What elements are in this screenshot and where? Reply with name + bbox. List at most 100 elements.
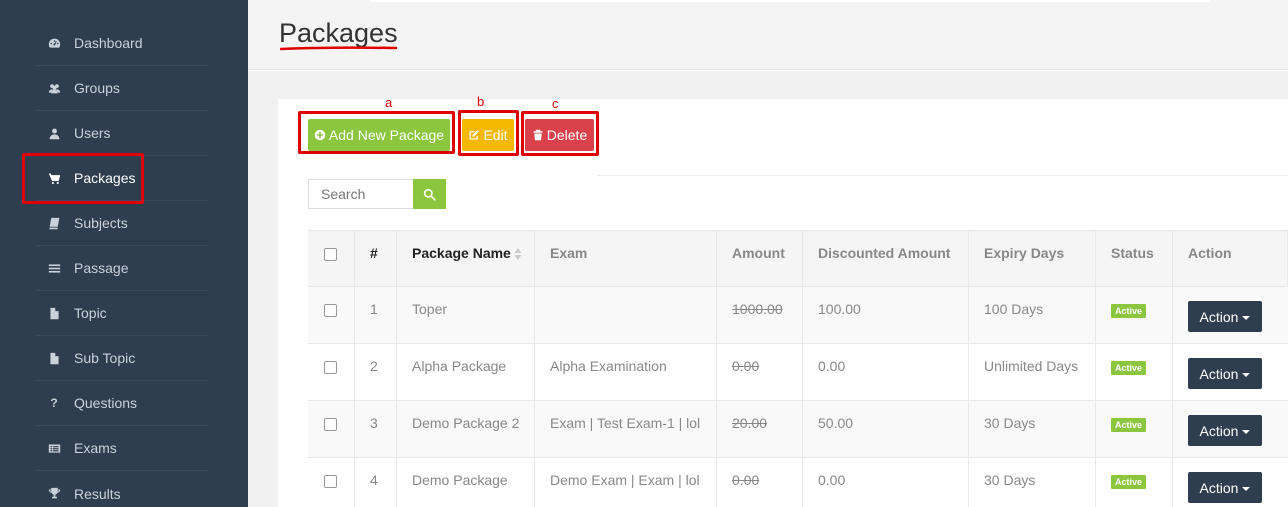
- sidebar-item-dashboard[interactable]: Dashboard: [36, 21, 208, 66]
- sidebar-item-topic[interactable]: Topic: [36, 291, 208, 336]
- sidebar-item-label: Sub Topic: [74, 350, 136, 366]
- action-label: Action: [1199, 365, 1239, 382]
- title-underline-mark: [280, 46, 397, 51]
- table-header-row: # Package Name Exam Amount Discounted Am…: [308, 230, 1288, 288]
- sidebar-item-questions[interactable]: ? Questions: [36, 381, 208, 426]
- page-header: [248, 0, 1288, 70]
- list-card-icon: [44, 442, 64, 455]
- amount-value: 0.00: [732, 358, 760, 374]
- sidebar-item-label: Users: [74, 125, 111, 141]
- sidebar-item-exams[interactable]: Exams: [36, 426, 208, 471]
- row-checkbox[interactable]: [324, 475, 337, 488]
- sidebar-item-label: Dashboard: [74, 35, 143, 51]
- sidebar-item-subjects[interactable]: Subjects: [36, 201, 208, 246]
- expiry-days-value: 30 Days: [984, 472, 1036, 488]
- question-icon: ?: [50, 396, 58, 410]
- column-header-package-name: Package Name: [412, 245, 511, 261]
- amount-value: 0.00: [732, 472, 760, 488]
- header-cell-status: Status: [1096, 231, 1173, 288]
- sidebar-item-results[interactable]: Results: [36, 471, 208, 507]
- bars-icon: [44, 262, 64, 275]
- annotation-label-b: b: [477, 94, 485, 109]
- highlight-box-edit: [458, 110, 519, 156]
- discounted-amount-value: 50.00: [818, 415, 854, 431]
- row-checkbox[interactable]: [324, 361, 337, 374]
- exam-name: Exam | Test Exam-1 | lol: [550, 415, 701, 431]
- sidebar-item-users[interactable]: Users: [36, 111, 208, 156]
- caret-down-icon: [1242, 315, 1251, 320]
- select-all-checkbox[interactable]: [324, 248, 337, 261]
- sidebar-item-label: Groups: [74, 80, 120, 96]
- discounted-amount-value: 0.00: [818, 472, 846, 488]
- search-button[interactable]: [413, 179, 446, 209]
- book-icon: [44, 217, 64, 230]
- file-icon: [44, 307, 64, 320]
- action-dropdown-button[interactable]: Action: [1188, 472, 1262, 503]
- header-cell-package-name[interactable]: Package Name: [397, 231, 535, 288]
- annotation-label-c: c: [552, 96, 559, 111]
- header-cell-action: Action: [1173, 231, 1288, 288]
- header-cell-expiry-days: Expiry Days: [969, 231, 1096, 288]
- column-header-action: Action: [1188, 245, 1232, 261]
- table-row: 2 Alpha Package Alpha Examination 0.00 0…: [308, 344, 1288, 401]
- column-header-exam: Exam: [550, 245, 588, 261]
- user-icon: [44, 127, 64, 140]
- column-header-amount: Amount: [732, 245, 785, 261]
- header-cell-exam: Exam: [535, 231, 717, 288]
- row-checkbox[interactable]: [324, 418, 337, 431]
- status-badge: Active: [1111, 361, 1147, 375]
- header-cell-discounted-amount: Discounted Amount: [803, 231, 969, 288]
- search-input[interactable]: [308, 179, 414, 209]
- header-cell-number: #: [355, 231, 397, 288]
- table-row: 4 Demo Package Demo Exam | Exam | lol 0.…: [308, 458, 1288, 507]
- column-header-expiry-days: Expiry Days: [984, 245, 1065, 261]
- action-label: Action: [1199, 422, 1239, 439]
- package-name: Alpha Package: [412, 358, 507, 374]
- action-dropdown-button[interactable]: Action: [1188, 358, 1262, 389]
- header-cell-select: [308, 231, 355, 288]
- highlight-box-add: [298, 111, 455, 154]
- status-badge: Active: [1111, 304, 1147, 318]
- row-number: 1: [370, 301, 378, 317]
- column-header-discounted-amount: Discounted Amount: [818, 245, 951, 261]
- users-group-icon: [44, 82, 64, 95]
- table-row: 3 Demo Package 2 Exam | Test Exam-1 | lo…: [308, 401, 1288, 458]
- sidebar-item-passage[interactable]: Passage: [36, 246, 208, 291]
- discounted-amount-value: 0.00: [818, 358, 846, 374]
- row-number: 3: [370, 415, 378, 431]
- highlight-box-packages-nav: [22, 153, 144, 204]
- amount-value: 1000.00: [732, 301, 783, 317]
- row-number: 2: [370, 358, 378, 374]
- expiry-days-value: 100 Days: [984, 301, 1044, 317]
- toolbar-divider: [598, 175, 1288, 176]
- sidebar-item-label: Exams: [74, 440, 117, 456]
- header-top-line: [370, 0, 1210, 2]
- expiry-days-value: Unlimited Days: [984, 358, 1079, 374]
- sidebar-item-label: Topic: [74, 305, 107, 321]
- highlight-box-delete: [521, 111, 599, 156]
- amount-value: 20.00: [732, 415, 768, 431]
- package-name: Demo Package 2: [412, 415, 520, 431]
- caret-down-icon: [1242, 372, 1251, 377]
- sidebar-item-groups[interactable]: Groups: [36, 66, 208, 111]
- row-number: 4: [370, 472, 378, 488]
- annotation-label-a: a: [385, 95, 393, 110]
- table-row: 1 Toper 1000.00 100.00 100 Days Active A…: [308, 287, 1288, 344]
- file-icon: [44, 352, 64, 365]
- action-dropdown-button[interactable]: Action: [1188, 301, 1262, 332]
- status-badge: Active: [1111, 418, 1147, 432]
- caret-down-icon: [1242, 429, 1251, 434]
- row-checkbox[interactable]: [324, 304, 337, 317]
- dashboard-icon: [44, 37, 64, 50]
- sidebar-item-sub-topic[interactable]: Sub Topic: [36, 336, 208, 381]
- sidebar-item-label: Subjects: [74, 215, 128, 231]
- header-cell-amount: Amount: [717, 231, 803, 288]
- column-header-status: Status: [1111, 245, 1154, 261]
- sidebar-item-label: Questions: [74, 395, 138, 411]
- sidebar-item-label: Passage: [74, 260, 129, 276]
- sort-icon[interactable]: [514, 247, 522, 261]
- package-name: Demo Package: [412, 472, 508, 488]
- action-dropdown-button[interactable]: Action: [1188, 415, 1262, 446]
- sidebar: Dashboard Groups Users Packages Subjects…: [0, 0, 248, 507]
- caret-down-icon: [1242, 486, 1251, 491]
